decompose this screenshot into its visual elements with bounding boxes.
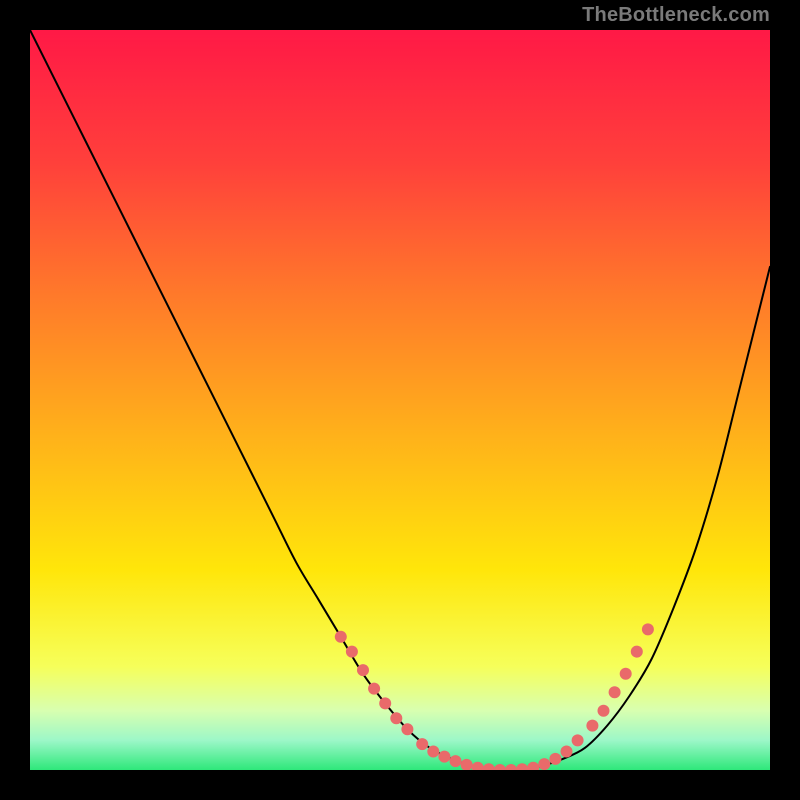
data-marker [368,683,380,695]
data-marker [346,646,358,658]
data-marker [598,705,610,717]
data-marker [538,758,550,770]
data-marker [357,664,369,676]
data-marker [620,668,632,680]
data-marker [631,646,643,658]
gradient-background [30,30,770,770]
data-marker [586,720,598,732]
data-marker [390,712,402,724]
chart-container: TheBottleneck.com [0,0,800,800]
data-marker [335,631,347,643]
data-marker [609,686,621,698]
data-marker [561,746,573,758]
plot-area [30,30,770,770]
chart-svg [30,30,770,770]
data-marker [427,746,439,758]
data-marker [572,734,584,746]
data-marker [642,623,654,635]
data-marker [379,697,391,709]
watermark-label: TheBottleneck.com [582,4,770,27]
data-marker [549,753,561,765]
data-marker [450,755,462,767]
data-marker [438,751,450,763]
data-marker [401,723,413,735]
data-marker [416,738,428,750]
